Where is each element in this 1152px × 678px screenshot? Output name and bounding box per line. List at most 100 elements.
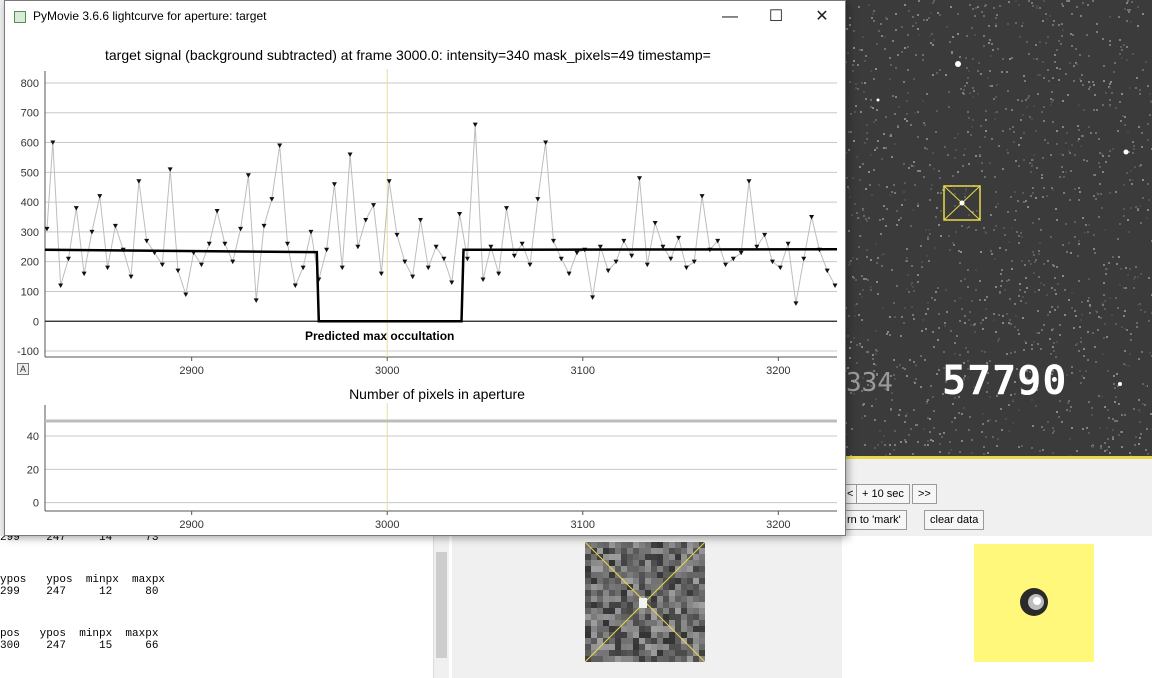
noise-pixel <box>1093 195 1095 197</box>
target-star <box>959 200 965 206</box>
noise-pixel <box>983 453 985 455</box>
noise-pixel <box>882 218 884 220</box>
data-point <box>394 232 400 238</box>
return-to-mark-button[interactable]: rn to 'mark' <box>842 510 907 530</box>
noise-pixel <box>894 444 896 446</box>
thumb-pixel <box>669 554 675 560</box>
noise-pixel <box>939 14 941 16</box>
data-point <box>832 283 838 289</box>
noise-pixel <box>1126 2 1128 4</box>
noise-pixel <box>1015 315 1017 317</box>
noise-pixel <box>849 24 851 26</box>
noise-pixel <box>848 149 850 151</box>
noise-pixel <box>1035 44 1037 46</box>
data-point <box>785 241 791 247</box>
log-output[interactable]: 299 247 14 73 ypos ypos minpx maxpx 299 … <box>0 536 452 678</box>
noise-pixel <box>1106 449 1108 451</box>
noise-pixel <box>927 444 929 446</box>
thumb-pixel <box>585 620 591 626</box>
noise-pixel <box>973 90 975 92</box>
noise-pixel <box>1103 264 1105 266</box>
thumb-pixel <box>591 566 597 572</box>
noise-pixel <box>847 52 849 54</box>
noise-pixel <box>965 347 967 349</box>
lightcurve-window[interactable]: PyMovie 3.6.6 lightcurve for aperture: t… <box>4 0 846 536</box>
noise-pixel <box>995 286 997 288</box>
noise-pixel <box>1099 427 1101 429</box>
noise-pixel <box>865 218 867 220</box>
noise-pixel <box>1037 343 1039 345</box>
noise-pixel <box>1109 83 1111 85</box>
noise-pixel <box>906 375 908 377</box>
thumb-pixel <box>669 548 675 554</box>
noise-pixel <box>1104 406 1106 408</box>
noise-pixel <box>891 399 893 401</box>
noise-pixel <box>1028 53 1030 55</box>
thumb-pixel <box>675 650 681 656</box>
noise-pixel <box>952 242 954 244</box>
noise-pixel <box>892 95 894 97</box>
noise-pixel <box>1089 86 1091 88</box>
noise-pixel <box>875 119 877 121</box>
thumb-pixel <box>699 632 705 638</box>
noise-pixel <box>1121 414 1123 416</box>
noise-pixel <box>968 429 970 431</box>
noise-pixel <box>1073 65 1075 67</box>
noise-pixel <box>861 417 863 419</box>
noise-pixel <box>1102 171 1104 173</box>
noise-pixel <box>994 176 996 178</box>
noise-pixel <box>1043 120 1045 122</box>
noise-pixel <box>930 12 932 14</box>
noise-pixel <box>1080 15 1082 17</box>
data-point <box>300 265 306 271</box>
thumb-pixel <box>645 638 651 644</box>
noise-pixel <box>1140 222 1142 224</box>
thumb-pixel <box>591 602 597 608</box>
thumb-pixel <box>627 620 633 626</box>
noise-pixel <box>1020 119 1022 121</box>
noise-pixel <box>1023 349 1025 351</box>
thumb-pixel <box>585 590 591 596</box>
noise-pixel <box>1109 87 1111 89</box>
data-point <box>112 223 118 229</box>
data-point <box>644 262 650 268</box>
thumbnail-image <box>585 542 705 662</box>
noise-pixel <box>893 449 895 451</box>
noise-pixel <box>1065 73 1067 75</box>
noise-pixel <box>1018 165 1020 167</box>
noise-pixel <box>1127 131 1129 133</box>
noise-pixel <box>871 17 873 19</box>
noise-pixel <box>1109 150 1111 152</box>
noise-pixel <box>998 145 1000 147</box>
noise-pixel <box>1144 404 1146 406</box>
noise-pixel <box>1061 23 1063 25</box>
noise-pixel <box>904 439 906 441</box>
noise-pixel <box>949 41 951 43</box>
noise-pixel <box>1024 80 1026 82</box>
noise-pixel <box>1053 350 1055 352</box>
log-scroll-thumb[interactable] <box>436 552 447 658</box>
noise-pixel <box>1038 276 1040 278</box>
noise-pixel <box>1080 145 1082 147</box>
noise-pixel <box>1068 400 1070 402</box>
noise-pixel <box>1022 317 1024 319</box>
thumb-pixel <box>639 542 645 548</box>
data-point <box>668 256 674 262</box>
noise-pixel <box>1125 287 1127 289</box>
plus-10-sec-button[interactable]: + 10 sec <box>856 484 910 504</box>
noise-pixel <box>914 112 916 114</box>
noise-pixel <box>937 287 939 289</box>
noise-pixel <box>1024 291 1026 293</box>
forward-button[interactable]: >> <box>912 484 937 504</box>
noise-pixel <box>1121 49 1123 51</box>
noise-pixel <box>981 11 983 13</box>
noise-pixel <box>1018 235 1020 237</box>
clear-data-button[interactable]: clear data <box>924 510 985 530</box>
thumb-pixel <box>639 572 645 578</box>
thumb-pixel <box>645 554 651 560</box>
noise-pixel <box>982 423 984 425</box>
noise-pixel <box>1124 116 1126 118</box>
noise-pixel <box>1005 418 1007 420</box>
noise-pixel <box>1042 157 1044 159</box>
plots-canvas[interactable]: -10001002003004005006007008002900 3000 310… <box>5 1 845 535</box>
